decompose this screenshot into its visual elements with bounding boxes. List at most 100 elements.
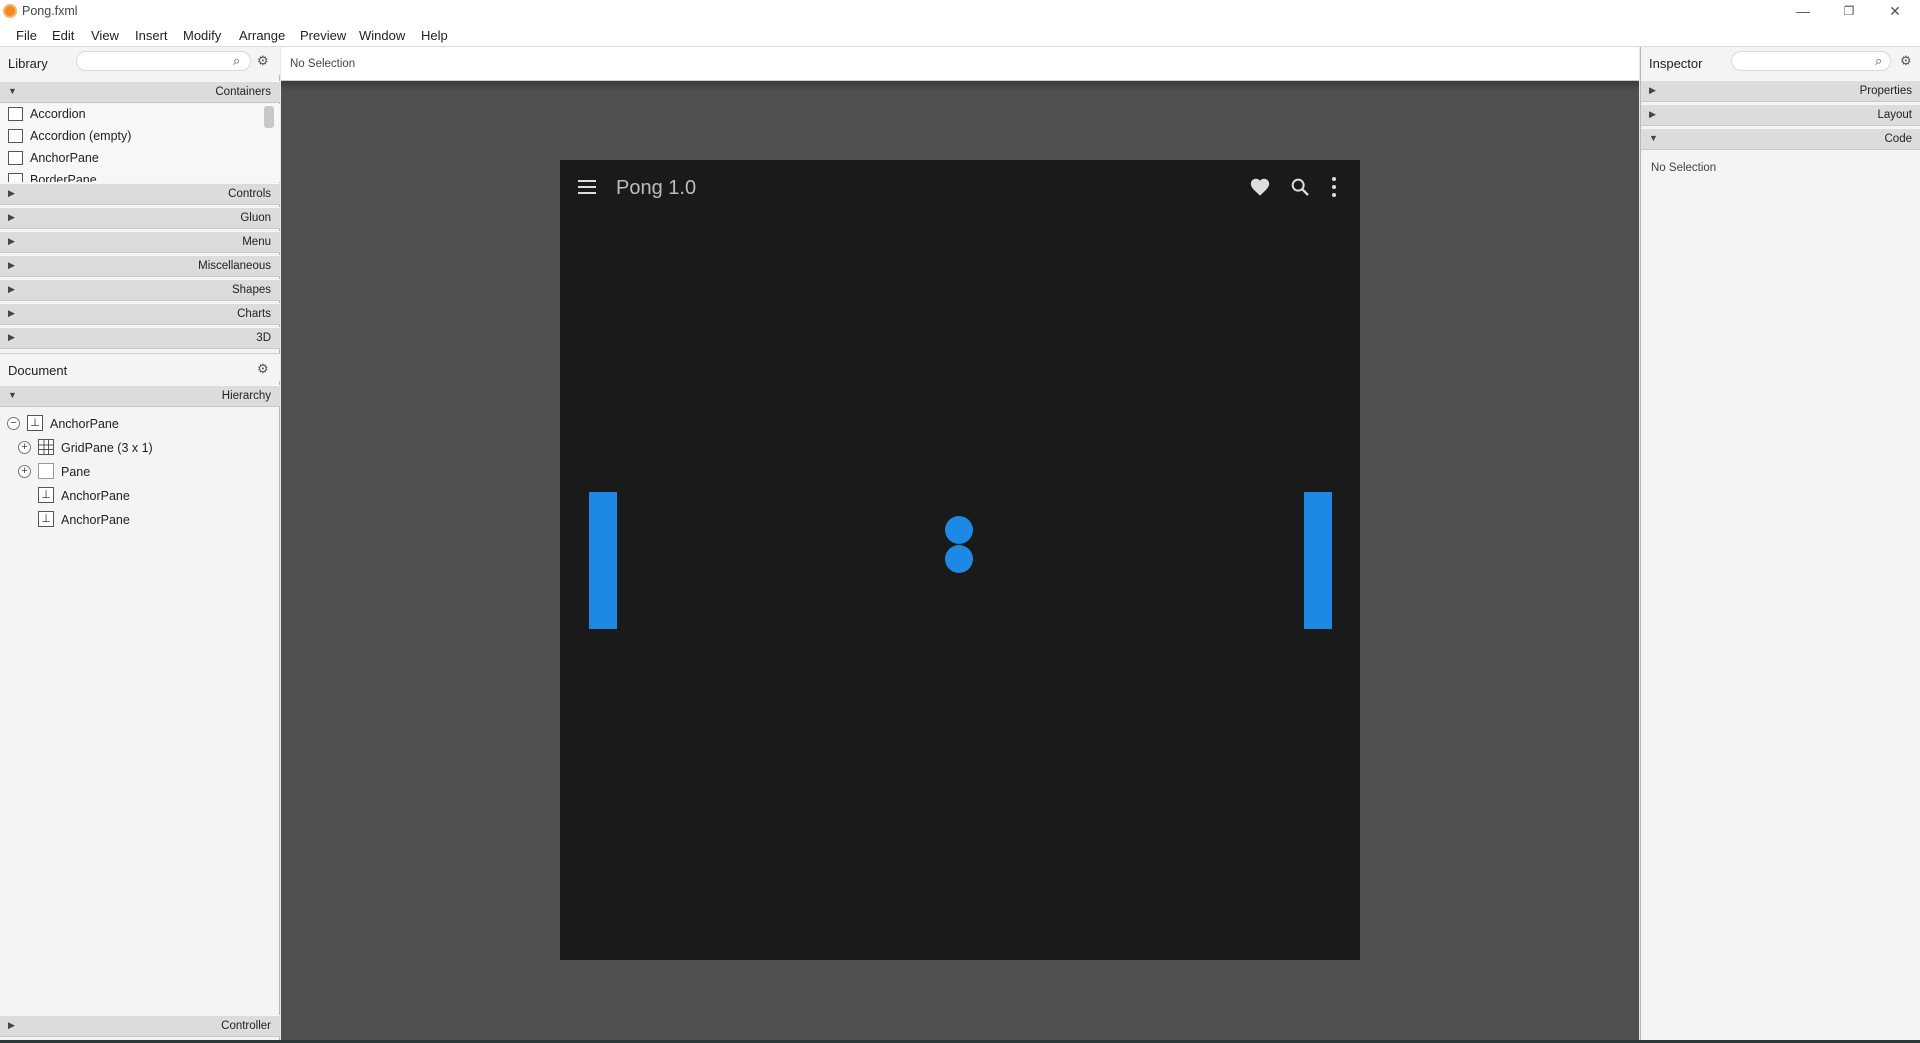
section-layout[interactable]: ▶ Layout (1641, 104, 1920, 126)
anchorpane-icon: ⊥ (38, 511, 54, 527)
section-controller[interactable]: ▶ Controller (0, 1015, 280, 1037)
menu-file[interactable]: File (16, 28, 37, 43)
section-3d[interactable]: ▶ 3D (0, 327, 280, 349)
section-controls[interactable]: ▶ Controls (0, 183, 280, 205)
gear-icon[interactable]: ⚙ (257, 361, 269, 377)
tree-item-anchorpane[interactable]: ⊥ AnchorPane (18, 485, 268, 507)
borderpane-icon (8, 173, 23, 182)
section-label: Charts (237, 308, 271, 320)
inspector-search-input[interactable] (1731, 51, 1891, 71)
minimize-button[interactable]: — (1780, 0, 1826, 22)
left-paddle (589, 492, 617, 629)
item-label: Accordion (empty) (30, 129, 132, 143)
section-label: Controls (228, 188, 271, 200)
search-icon[interactable] (1289, 176, 1311, 198)
tree-item-label: Pane (61, 465, 91, 479)
section-miscellaneous[interactable]: ▶ Miscellaneous (0, 255, 280, 277)
menu-preview[interactable]: Preview (300, 28, 346, 43)
tree-item-pane[interactable]: + Pane (18, 461, 268, 483)
left-panel: Library ⌕ ⚙ ▼ Containers Accordion Accor… (0, 47, 280, 1043)
section-shapes[interactable]: ▶ Shapes (0, 279, 280, 301)
tree-item-label: GridPane (3 x 1) (61, 441, 153, 455)
document-title: Document (8, 363, 68, 378)
menu-view[interactable]: View (91, 28, 119, 43)
library-item-anchorpane[interactable]: AnchorPane (6, 148, 261, 168)
scrollbar-thumb[interactable] (264, 106, 274, 128)
menu-icon[interactable] (578, 180, 596, 194)
search-icon[interactable]: ⌕ (1875, 53, 1882, 69)
collapsed-arrow-icon: ▶ (1649, 85, 1656, 95)
title-bar: Pong.fxml — ❐ ✕ (0, 0, 1920, 22)
app-preview[interactable]: Pong 1.0 (560, 160, 1360, 960)
more-vert-icon[interactable] (1331, 177, 1337, 197)
selection-bar: No Selection (281, 47, 1639, 81)
accordion-icon (8, 129, 23, 143)
section-properties[interactable]: ▶ Properties (1641, 80, 1920, 102)
document-header: Document ⚙ (0, 353, 280, 381)
item-label: BorderPane (30, 173, 97, 182)
containers-list: Accordion Accordion (empty) AnchorPane B… (0, 104, 280, 182)
menu-modify[interactable]: Modify (183, 28, 221, 43)
accordion-icon (8, 107, 23, 121)
tree-item-label: AnchorPane (50, 417, 119, 431)
library-title: Library (8, 56, 48, 71)
collapsed-arrow-icon: ▶ (8, 1020, 15, 1030)
section-label: Gluon (240, 212, 271, 224)
collapse-toggle-icon[interactable]: − (7, 417, 20, 430)
section-label: Code (1884, 133, 1913, 145)
expanded-arrow-icon: ▼ (8, 86, 17, 96)
section-label: Miscellaneous (198, 260, 271, 272)
ball (945, 545, 973, 573)
expanded-arrow-icon: ▼ (1649, 133, 1658, 143)
close-button[interactable]: ✕ (1872, 0, 1918, 22)
collapsed-arrow-icon: ▶ (8, 308, 15, 318)
inspector-selection-status: No Selection (1651, 162, 1717, 174)
menu-bar: File Edit View Insert Modify Arrange Pre… (0, 22, 1920, 47)
library-item-accordion[interactable]: Accordion (6, 104, 261, 124)
collapsed-arrow-icon: ▶ (1649, 109, 1656, 119)
restore-button[interactable]: ❐ (1826, 0, 1872, 22)
library-item-accordion-empty[interactable]: Accordion (empty) (6, 126, 261, 146)
collapsed-arrow-icon: ▶ (8, 212, 15, 222)
collapsed-arrow-icon: ▶ (8, 260, 15, 270)
app-title: Pong 1.0 (616, 177, 697, 199)
content-canvas: No Selection Pong 1.0 (281, 47, 1639, 1043)
section-label: Hierarchy (221, 390, 271, 402)
collapsed-arrow-icon: ▶ (8, 332, 15, 342)
pane-icon (38, 463, 54, 479)
menu-edit[interactable]: Edit (52, 28, 74, 43)
inspector-title: Inspector (1649, 56, 1703, 71)
section-menu[interactable]: ▶ Menu (0, 231, 280, 253)
tree-item-gridpane[interactable]: + GridPane (3 x 1) (18, 437, 268, 459)
section-charts[interactable]: ▶ Charts (0, 303, 280, 325)
gear-icon[interactable]: ⚙ (257, 53, 269, 69)
library-item-borderpane[interactable]: BorderPane (6, 170, 261, 182)
ball (945, 516, 973, 544)
gridpane-icon (38, 439, 54, 455)
anchorpane-icon: ⊥ (38, 487, 54, 503)
heart-icon[interactable] (1249, 176, 1271, 198)
collapsed-arrow-icon: ▶ (8, 284, 15, 294)
app-logo-icon (3, 4, 17, 18)
section-hierarchy[interactable]: ▼ Hierarchy (0, 385, 280, 407)
section-gluon[interactable]: ▶ Gluon (0, 207, 280, 229)
search-icon[interactable]: ⌕ (233, 53, 240, 69)
collapsed-arrow-icon: ▶ (8, 236, 15, 246)
menu-insert[interactable]: Insert (135, 28, 168, 43)
section-label: Layout (1877, 109, 1912, 121)
section-label: Controller (221, 1020, 271, 1032)
tree-item-anchorpane-root[interactable]: − ⊥ AnchorPane (7, 413, 267, 435)
right-paddle (1304, 492, 1332, 629)
section-code[interactable]: ▼ Code (1641, 128, 1920, 150)
expand-toggle-icon[interactable]: + (18, 441, 31, 454)
library-search-input[interactable] (76, 51, 251, 71)
gear-icon[interactable]: ⚙ (1900, 53, 1912, 69)
menu-help[interactable]: Help (421, 28, 448, 43)
inspector-header: Inspector ⌕ ⚙ (1641, 47, 1920, 75)
section-containers[interactable]: ▼ Containers (0, 81, 280, 103)
tree-item-anchorpane[interactable]: ⊥ AnchorPane (18, 509, 268, 531)
selection-status: No Selection (290, 58, 356, 70)
menu-window[interactable]: Window (359, 28, 405, 43)
expand-toggle-icon[interactable]: + (18, 465, 31, 478)
menu-arrange[interactable]: Arrange (239, 28, 285, 43)
